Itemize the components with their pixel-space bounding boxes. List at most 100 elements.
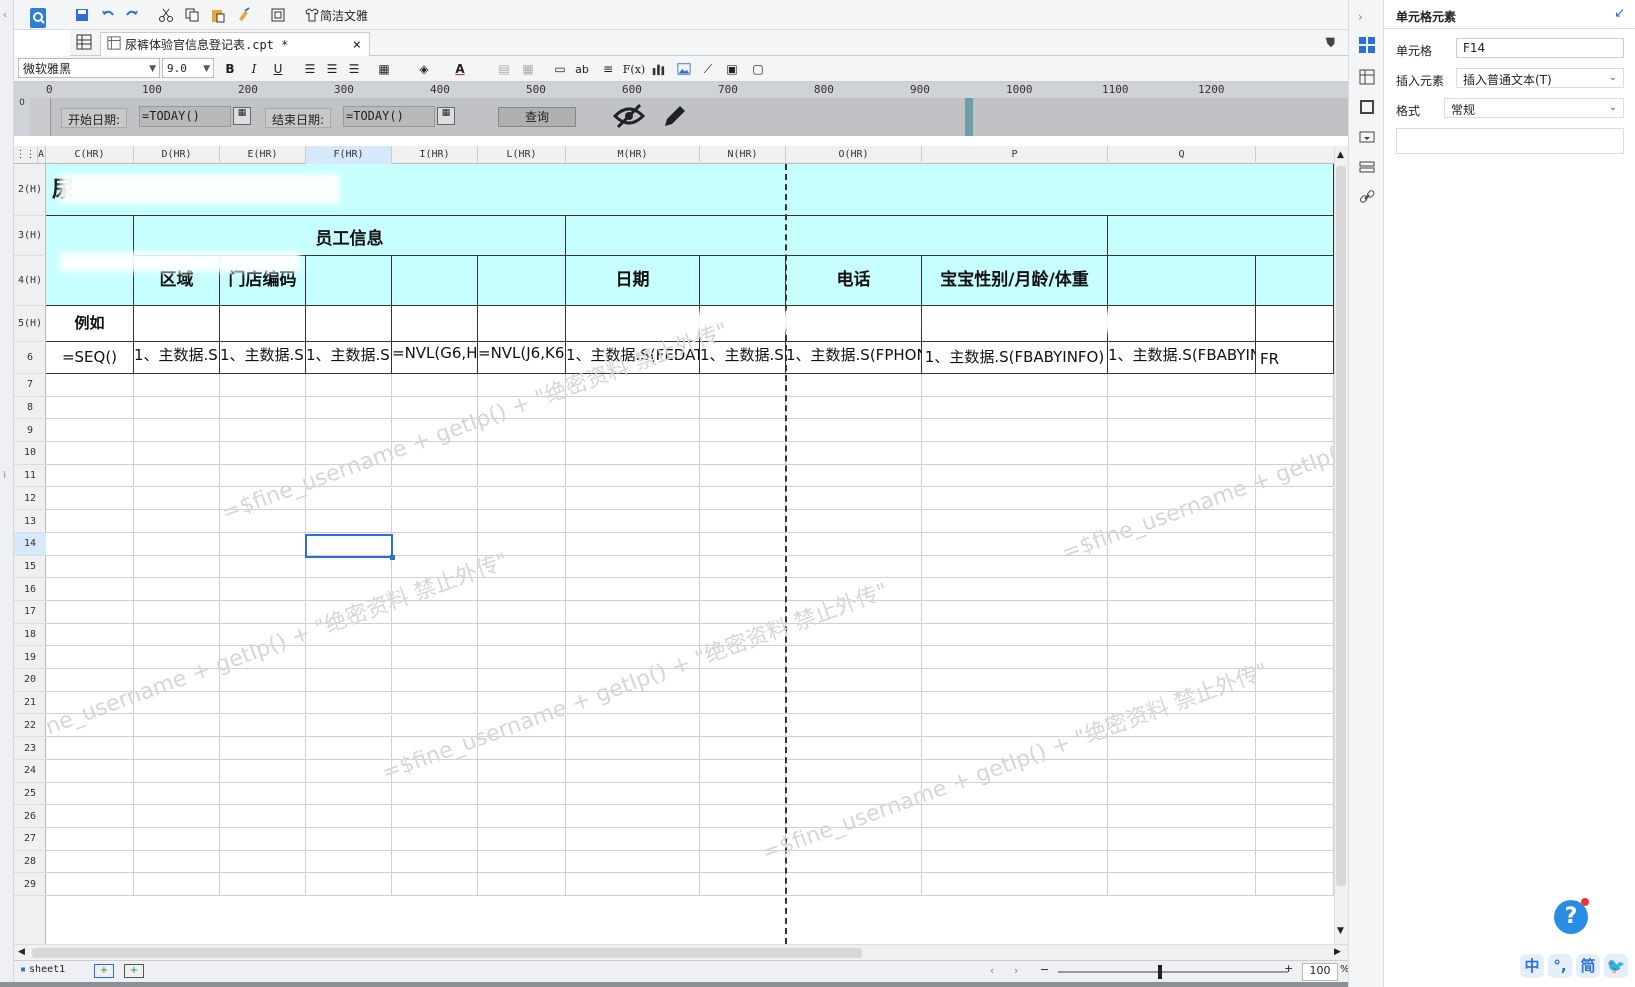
empty-cell[interactable] [1108, 601, 1256, 624]
empty-cell[interactable] [46, 669, 134, 692]
empty-cell[interactable] [1108, 510, 1256, 533]
align-right-icon[interactable]: ☰ [344, 59, 364, 79]
query-button[interactable]: 查询 [498, 107, 576, 127]
empty-cell[interactable] [1256, 782, 1334, 806]
close-tab-icon[interactable]: × [353, 37, 361, 53]
empty-cell[interactable] [306, 419, 392, 443]
empty-cell[interactable] [478, 873, 566, 897]
empty-cell[interactable] [306, 601, 392, 624]
ime-chinese-icon[interactable]: 中 [1520, 954, 1544, 978]
phone-formula-cell[interactable]: 1、主数据.S(FPHONE) [786, 342, 922, 374]
empty-cell[interactable] [1256, 737, 1334, 760]
empty-cell[interactable] [306, 805, 392, 828]
empty-cell[interactable] [922, 487, 1108, 511]
page-next-icon[interactable]: › [1014, 964, 1018, 977]
empty-cell[interactable] [1256, 464, 1334, 488]
font-size-select[interactable]: 9.0 ▼ [162, 58, 214, 78]
empty-cell[interactable] [700, 578, 786, 601]
example-cell[interactable] [306, 306, 392, 342]
empty-cell[interactable] [306, 487, 392, 511]
empty-cell[interactable] [922, 646, 1108, 670]
baby-info-formula-cell[interactable]: 1、主数据.S(FBABYINFO) [922, 342, 1108, 374]
header-cell[interactable] [1256, 256, 1334, 306]
row-header[interactable]: 25 [14, 783, 46, 806]
empty-cell[interactable] [1108, 737, 1256, 760]
underline-button[interactable]: U [268, 59, 288, 79]
empty-cell[interactable] [392, 396, 478, 420]
store-name-formula-cell[interactable]: 1、主数据.S(FSHOPNA [306, 342, 392, 374]
file-tab[interactable]: 尿裤体验官信息登记表.cpt * × [100, 32, 370, 56]
empty-cell[interactable] [566, 759, 700, 783]
row-header[interactable]: 27 [14, 828, 46, 851]
empty-cell[interactable] [478, 782, 566, 806]
grid-view-icon[interactable] [76, 34, 94, 52]
empty-cell[interactable] [478, 396, 566, 420]
empty-cell[interactable] [220, 669, 306, 692]
empty-cell[interactable] [392, 464, 478, 488]
empty-cell[interactable] [1256, 532, 1334, 556]
empty-cell[interactable] [1108, 805, 1256, 828]
paste-icon[interactable] [208, 5, 228, 25]
empty-cell[interactable] [392, 532, 478, 556]
empty-cell[interactable] [786, 759, 922, 783]
empty-cell[interactable] [700, 601, 786, 624]
empty-cell[interactable] [700, 396, 786, 420]
example-cell[interactable] [478, 306, 566, 342]
column-header[interactable]: E(HR) [220, 146, 306, 164]
empty-cell[interactable] [1108, 464, 1256, 488]
sub-report-icon[interactable]: ▣ [722, 59, 742, 79]
empty-cell[interactable] [786, 510, 922, 533]
empty-cell[interactable] [786, 828, 922, 851]
empty-cell[interactable] [1108, 623, 1256, 647]
empty-cell[interactable] [392, 714, 478, 738]
row-header[interactable]: 21 [14, 692, 46, 715]
select-all-corner[interactable]: ⋮⋮ [14, 146, 38, 164]
header-cell[interactable] [478, 256, 566, 306]
row-header[interactable]: 15 [14, 556, 46, 579]
redo-icon[interactable] [122, 5, 142, 25]
row-header[interactable]: 8 [14, 397, 46, 420]
example-cell[interactable] [220, 306, 306, 342]
empty-cell[interactable] [922, 374, 1108, 397]
empty-cell[interactable] [786, 532, 922, 556]
border-icon[interactable]: ▦ [374, 59, 394, 79]
empty-cell[interactable] [392, 578, 478, 601]
horizontal-scrollbar[interactable]: ◀ ▶ [14, 944, 1348, 960]
row-header[interactable]: 3(H) [14, 216, 46, 256]
example-label-cell[interactable]: 例如 [46, 306, 134, 342]
empty-cell[interactable] [922, 532, 1108, 556]
empty-cell[interactable] [1108, 873, 1256, 897]
empty-cell[interactable] [700, 646, 786, 670]
empty-cell[interactable] [392, 828, 478, 851]
empty-cell[interactable] [392, 759, 478, 783]
empty-cell[interactable] [566, 646, 700, 670]
empty-cell[interactable] [1108, 555, 1256, 579]
date-header[interactable]: 日期 [566, 256, 700, 306]
empty-cell[interactable] [306, 555, 392, 579]
row-header[interactable]: 6 [14, 342, 46, 374]
empty-cell[interactable] [46, 828, 134, 851]
empty-cell[interactable] [478, 691, 566, 715]
empty-cell[interactable] [134, 374, 220, 397]
empty-cell[interactable] [922, 850, 1108, 874]
empty-cell[interactable] [478, 805, 566, 828]
empty-cell[interactable] [786, 782, 922, 806]
empty-cell[interactable] [566, 850, 700, 874]
fill-handle[interactable] [390, 555, 395, 560]
empty-cell[interactable] [786, 555, 922, 579]
column-header[interactable]: F(HR) [306, 146, 392, 164]
column-header[interactable]: I(HR) [392, 146, 478, 164]
empty-cell[interactable] [922, 396, 1108, 420]
empty-cell[interactable] [786, 374, 922, 397]
row-header[interactable]: 23 [14, 737, 46, 760]
empty-cell[interactable] [306, 759, 392, 783]
empty-cell[interactable] [220, 419, 306, 443]
empty-cell[interactable] [220, 805, 306, 828]
empty-cell[interactable] [478, 419, 566, 443]
empty-cell[interactable] [1256, 759, 1334, 783]
row-header[interactable]: 22 [14, 715, 46, 738]
empty-cell[interactable] [478, 578, 566, 601]
panel-collapse-icon[interactable]: ↙ [1614, 6, 1625, 21]
empty-cell[interactable] [478, 510, 566, 533]
row-header[interactable]: 2(H) [14, 164, 46, 216]
